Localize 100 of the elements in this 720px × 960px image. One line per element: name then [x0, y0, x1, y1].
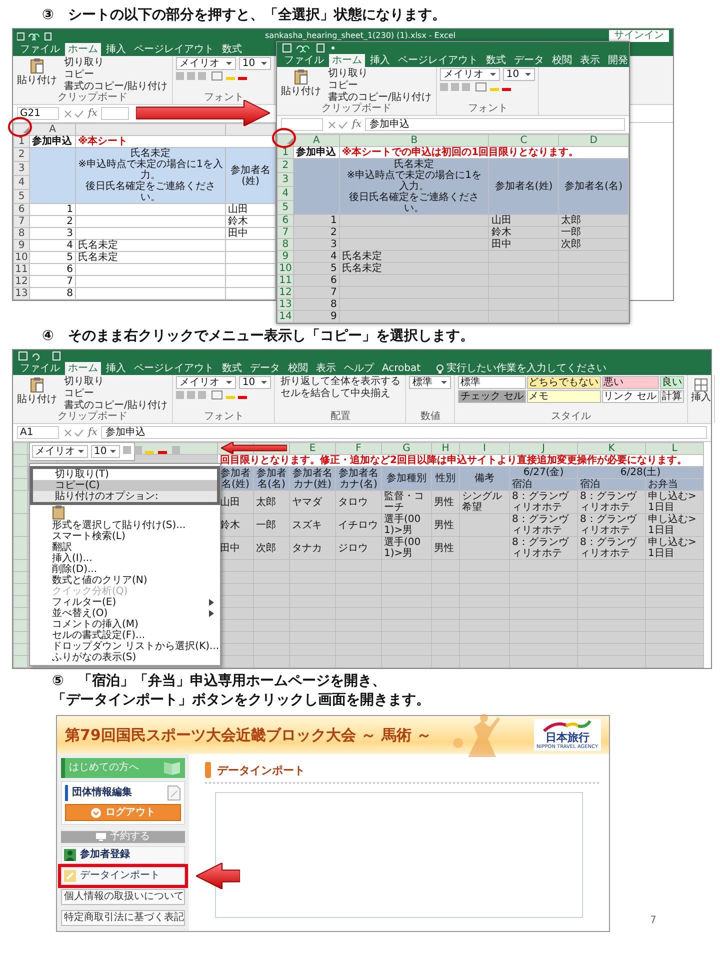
row-header[interactable]: 4	[14, 176, 30, 190]
cell-style[interactable]: チェック セル	[458, 390, 526, 403]
row-header[interactable]: 5	[278, 200, 294, 214]
ribbon-tab[interactable]: ヘルプ	[341, 362, 377, 375]
menu-item[interactable]: ドロップダウン リストから選択(K)...	[30, 641, 220, 652]
row-header[interactable]: 10	[278, 262, 294, 274]
paste-button[interactable]: 貼り付け	[280, 68, 322, 98]
column-header[interactable]: L	[646, 442, 704, 454]
ribbon-tab[interactable]: ホーム	[65, 362, 101, 375]
cell-style[interactable]: リンク セル	[602, 390, 659, 403]
ribbon-tab[interactable]: ページレイアウト	[395, 54, 481, 67]
number-format-dropdown[interactable]: 標準	[409, 376, 452, 389]
ribbon-button[interactable]: セルを結合して中央揃え	[278, 388, 402, 399]
row-header[interactable]	[14, 656, 28, 668]
row-header[interactable]: 13	[278, 298, 294, 310]
ribbon-tab[interactable]: 表示	[313, 362, 339, 375]
menu-item[interactable]: 数式と値のクリア(N)	[30, 575, 220, 586]
size-dropdown[interactable]: 10	[91, 445, 120, 458]
function-button[interactable]: fx	[88, 427, 98, 438]
select-all-button[interactable]	[278, 134, 294, 146]
ribbon-button[interactable]: 切り取り	[62, 57, 170, 68]
font-dropdown[interactable]: メイリオ	[440, 68, 500, 81]
column-header[interactable]: G	[382, 442, 432, 454]
ribbon-button[interactable]: 切り取り	[62, 376, 170, 387]
paste-button[interactable]: 貼り付け	[16, 57, 58, 87]
row-header[interactable]: 12	[278, 286, 294, 298]
row-header[interactable]: 12	[14, 276, 30, 288]
row-header[interactable]: 9	[14, 240, 30, 252]
column-header[interactable]: H	[432, 442, 460, 454]
column-header[interactable]: A	[293, 134, 340, 146]
ribbon-tab[interactable]: 表示	[577, 54, 603, 67]
row-header[interactable]: 14	[278, 310, 294, 322]
ribbon-button[interactable]: 書式のコピー/貼り付け	[62, 400, 170, 411]
import-text-area[interactable]	[215, 792, 583, 918]
cell-style[interactable]: 悪い	[602, 376, 659, 389]
ribbon-tab[interactable]: データ	[247, 362, 283, 375]
menu-item[interactable]: ふりがなの表示(S)	[30, 652, 220, 663]
row-header[interactable]: 6	[278, 214, 294, 226]
row-header[interactable]	[14, 454, 28, 466]
formula-field[interactable]: 参加申込	[365, 118, 625, 131]
cell-style[interactable]: どちらでもない	[526, 376, 601, 389]
menu-item[interactable]: コピー(C)	[33, 480, 217, 491]
row-header[interactable]: 3	[278, 172, 294, 186]
ribbon-tab[interactable]: ページレイアウト	[131, 43, 217, 56]
ribbon-tab[interactable]: 校閲	[549, 54, 575, 67]
ribbon-tab[interactable]: 数式	[483, 54, 509, 67]
ribbon-tab[interactable]: ホーム	[329, 54, 365, 67]
name-box[interactable]	[281, 118, 323, 131]
name-box[interactable]: G21	[17, 107, 59, 120]
font-dropdown[interactable]: メイリオ	[176, 376, 236, 389]
row-header[interactable]: 8	[14, 228, 30, 240]
row-header[interactable]	[14, 478, 28, 490]
row-header[interactable]	[14, 620, 28, 632]
menu-item[interactable]: 翻訳	[30, 542, 220, 553]
font-dropdown[interactable]: メイリオ	[32, 445, 88, 458]
ribbon-button[interactable]: 切り取り	[326, 68, 434, 79]
row-header[interactable]: 9	[278, 250, 294, 262]
column-header[interactable]: A	[30, 124, 76, 136]
name-box[interactable]: A1	[17, 426, 59, 439]
column-header[interactable]: F	[336, 442, 382, 454]
row-header[interactable]: 7	[14, 216, 30, 228]
row-header[interactable]	[14, 596, 28, 608]
search-field[interactable]: 実行したい作業を入力してください	[432, 362, 611, 375]
ribbon-tab[interactable]: データ	[511, 54, 547, 67]
sidebar-item[interactable]: 参加者登録	[61, 846, 185, 864]
cell-style[interactable]: 標準	[458, 376, 526, 389]
row-header[interactable]: 10	[14, 252, 30, 264]
row-header[interactable]	[14, 644, 28, 656]
ribbon-tab[interactable]: 挿入	[367, 54, 393, 67]
font-dropdown[interactable]: メイリオ	[176, 57, 236, 70]
row-header[interactable]: 13	[14, 288, 30, 300]
ribbon-tab[interactable]: 校閲	[285, 362, 311, 375]
function-button[interactable]: fx	[352, 119, 362, 130]
sidebar-button[interactable]: 個人情報の取扱いについて	[61, 889, 185, 905]
row-header[interactable]: 8	[278, 238, 294, 250]
ribbon-button[interactable]: 折り返して全体を表示する	[278, 376, 402, 387]
formula-field[interactable]	[101, 107, 130, 120]
size-dropdown[interactable]: 10	[239, 376, 272, 389]
row-header[interactable]	[14, 560, 28, 572]
size-dropdown[interactable]: 10	[503, 68, 536, 81]
ribbon-button[interactable]: コピー	[62, 388, 170, 399]
menu-item[interactable]: 切り取り(T)	[33, 469, 217, 480]
cell-style[interactable]: 良い	[660, 376, 684, 389]
column-header[interactable]: K	[578, 442, 646, 454]
ribbon-tab[interactable]: 挿入	[103, 43, 129, 56]
row-header[interactable]: 7	[278, 226, 294, 238]
menu-item[interactable]: 挿入(I)...	[30, 553, 220, 564]
row-header[interactable]	[14, 584, 28, 596]
row-header[interactable]: 3	[14, 162, 30, 176]
ribbon-tab[interactable]: ファイル	[17, 43, 63, 56]
row-header[interactable]: 2	[278, 158, 294, 172]
paste-button[interactable]: 貼り付け	[16, 376, 58, 406]
ribbon-button[interactable]: コピー	[326, 80, 434, 91]
row-header[interactable]: 6	[14, 204, 30, 216]
ribbon-tab[interactable]: ファイル	[17, 362, 63, 375]
row-header[interactable]	[14, 536, 28, 560]
ribbon-tab[interactable]: 数式	[219, 362, 245, 375]
cell-style[interactable]: 計算	[660, 390, 684, 403]
row-header[interactable]	[14, 466, 28, 478]
row-header[interactable]	[14, 490, 28, 514]
